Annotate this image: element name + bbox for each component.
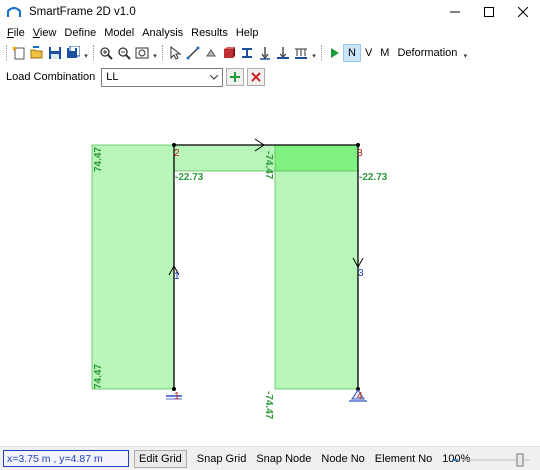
node-label-4: 4 <box>357 391 363 402</box>
load-dropdown-chevron-icon[interactable]: ▾ <box>310 44 318 62</box>
add-combination-button[interactable] <box>226 68 245 86</box>
run-analysis-icon[interactable] <box>325 44 343 62</box>
axial-value-left-top: 74.47 <box>93 147 104 172</box>
menu-model[interactable]: Model <box>100 24 138 42</box>
snap-grid-toggle[interactable]: Snap Grid <box>197 453 247 465</box>
section-icon[interactable] <box>238 44 256 62</box>
save-as-icon[interactable] <box>64 44 82 62</box>
minimize-button[interactable] <box>438 0 472 24</box>
shear-force-button[interactable]: V <box>361 44 376 62</box>
chevron-down-icon <box>209 72 219 84</box>
menu-analysis[interactable]: Analysis <box>138 24 187 42</box>
zoom-out-icon[interactable] <box>115 44 133 62</box>
node-point <box>356 143 360 147</box>
point-load-icon[interactable] <box>256 44 274 62</box>
node-label-2: 2 <box>174 148 180 159</box>
node-point <box>172 143 176 147</box>
edit-grid-button[interactable]: Edit Grid <box>134 449 187 468</box>
app-logo-icon <box>7 4 23 20</box>
distributed-load-icon[interactable] <box>292 44 310 62</box>
maximize-button[interactable] <box>472 0 506 24</box>
load-combination-row: Load Combination LL <box>0 66 540 88</box>
menu-bar: File View Define Model Analysis Results … <box>0 24 540 42</box>
axial-value-beam-left: -22.73 <box>175 172 204 183</box>
toolbar-separator <box>162 45 163 61</box>
deformation-button[interactable]: Deformation <box>393 44 461 62</box>
axial-value-right-top: -74.47 <box>263 151 274 180</box>
member-label-1: 1 <box>174 271 180 282</box>
node-no-toggle[interactable]: Node No <box>321 453 364 465</box>
support-icon[interactable] <box>202 44 220 62</box>
menu-define[interactable]: Define <box>60 24 100 42</box>
axial-force-button[interactable]: N <box>343 44 361 62</box>
element-no-toggle[interactable]: Element No <box>375 453 432 465</box>
load-combination-select[interactable]: LL <box>101 67 224 87</box>
axial-diagram-beam-dark <box>274 144 359 172</box>
menu-file[interactable]: File <box>3 24 29 42</box>
menu-view[interactable]: View <box>29 24 61 42</box>
toolbar: ▾ ▾ ▾ N V M Deformation ▾ <box>0 42 540 64</box>
zoom-slider[interactable] <box>450 453 535 467</box>
menu-help[interactable]: Help <box>232 24 263 42</box>
cursor-coordinates: x=3.75 m , y=4.87 m <box>3 450 129 467</box>
zoom-extents-icon[interactable] <box>133 44 151 62</box>
node-label-1: 1 <box>174 391 180 402</box>
save-dropdown-chevron-icon[interactable]: ▾ <box>82 44 90 62</box>
snap-node-toggle[interactable]: Snap Node <box>256 453 311 465</box>
toolbar-grip <box>6 45 7 61</box>
delete-x-icon <box>251 72 262 82</box>
zoom-in-icon[interactable] <box>97 44 115 62</box>
drawing-canvas[interactable]: 74.47 74.47 -74.47 -74.47 -22.73 -22.73 … <box>0 89 540 445</box>
toolbar-separator <box>321 45 322 61</box>
node-label-3: 3 <box>357 148 363 159</box>
plus-icon <box>230 72 241 82</box>
title-bar: SmartFrame 2D v1.0 <box>0 0 540 24</box>
load-combination-label: Load Combination <box>6 71 96 83</box>
material-icon[interactable] <box>220 44 238 62</box>
open-folder-icon[interactable] <box>28 44 46 62</box>
zoom-dropdown-chevron-icon[interactable]: ▾ <box>151 44 159 62</box>
member-label-3: 3 <box>358 268 364 279</box>
axial-value-beam-right: -22.73 <box>359 172 388 183</box>
moment-button[interactable]: M <box>376 44 393 62</box>
draw-member-icon[interactable] <box>184 44 202 62</box>
window-title: SmartFrame 2D v1.0 <box>29 6 136 18</box>
delete-combination-button[interactable] <box>247 68 266 86</box>
status-bar: x=3.75 m , y=4.87 m Edit Grid Snap Grid … <box>0 446 540 470</box>
axial-diagram-right-column <box>274 170 359 390</box>
axial-diagram-left-column <box>91 144 175 390</box>
load-combination-value: LL <box>106 71 119 83</box>
toolbar-separator <box>93 45 94 61</box>
results-dropdown-chevron-icon[interactable]: ▾ <box>461 44 469 62</box>
close-button[interactable] <box>506 0 540 24</box>
axial-value-right-bottom: -74.47 <box>263 391 274 420</box>
select-pointer-icon[interactable] <box>166 44 184 62</box>
save-icon[interactable] <box>46 44 64 62</box>
member-load-icon[interactable] <box>274 44 292 62</box>
menu-results[interactable]: Results <box>187 24 232 42</box>
new-file-icon[interactable] <box>10 44 28 62</box>
axial-value-left-bottom: 74.47 <box>93 364 104 389</box>
